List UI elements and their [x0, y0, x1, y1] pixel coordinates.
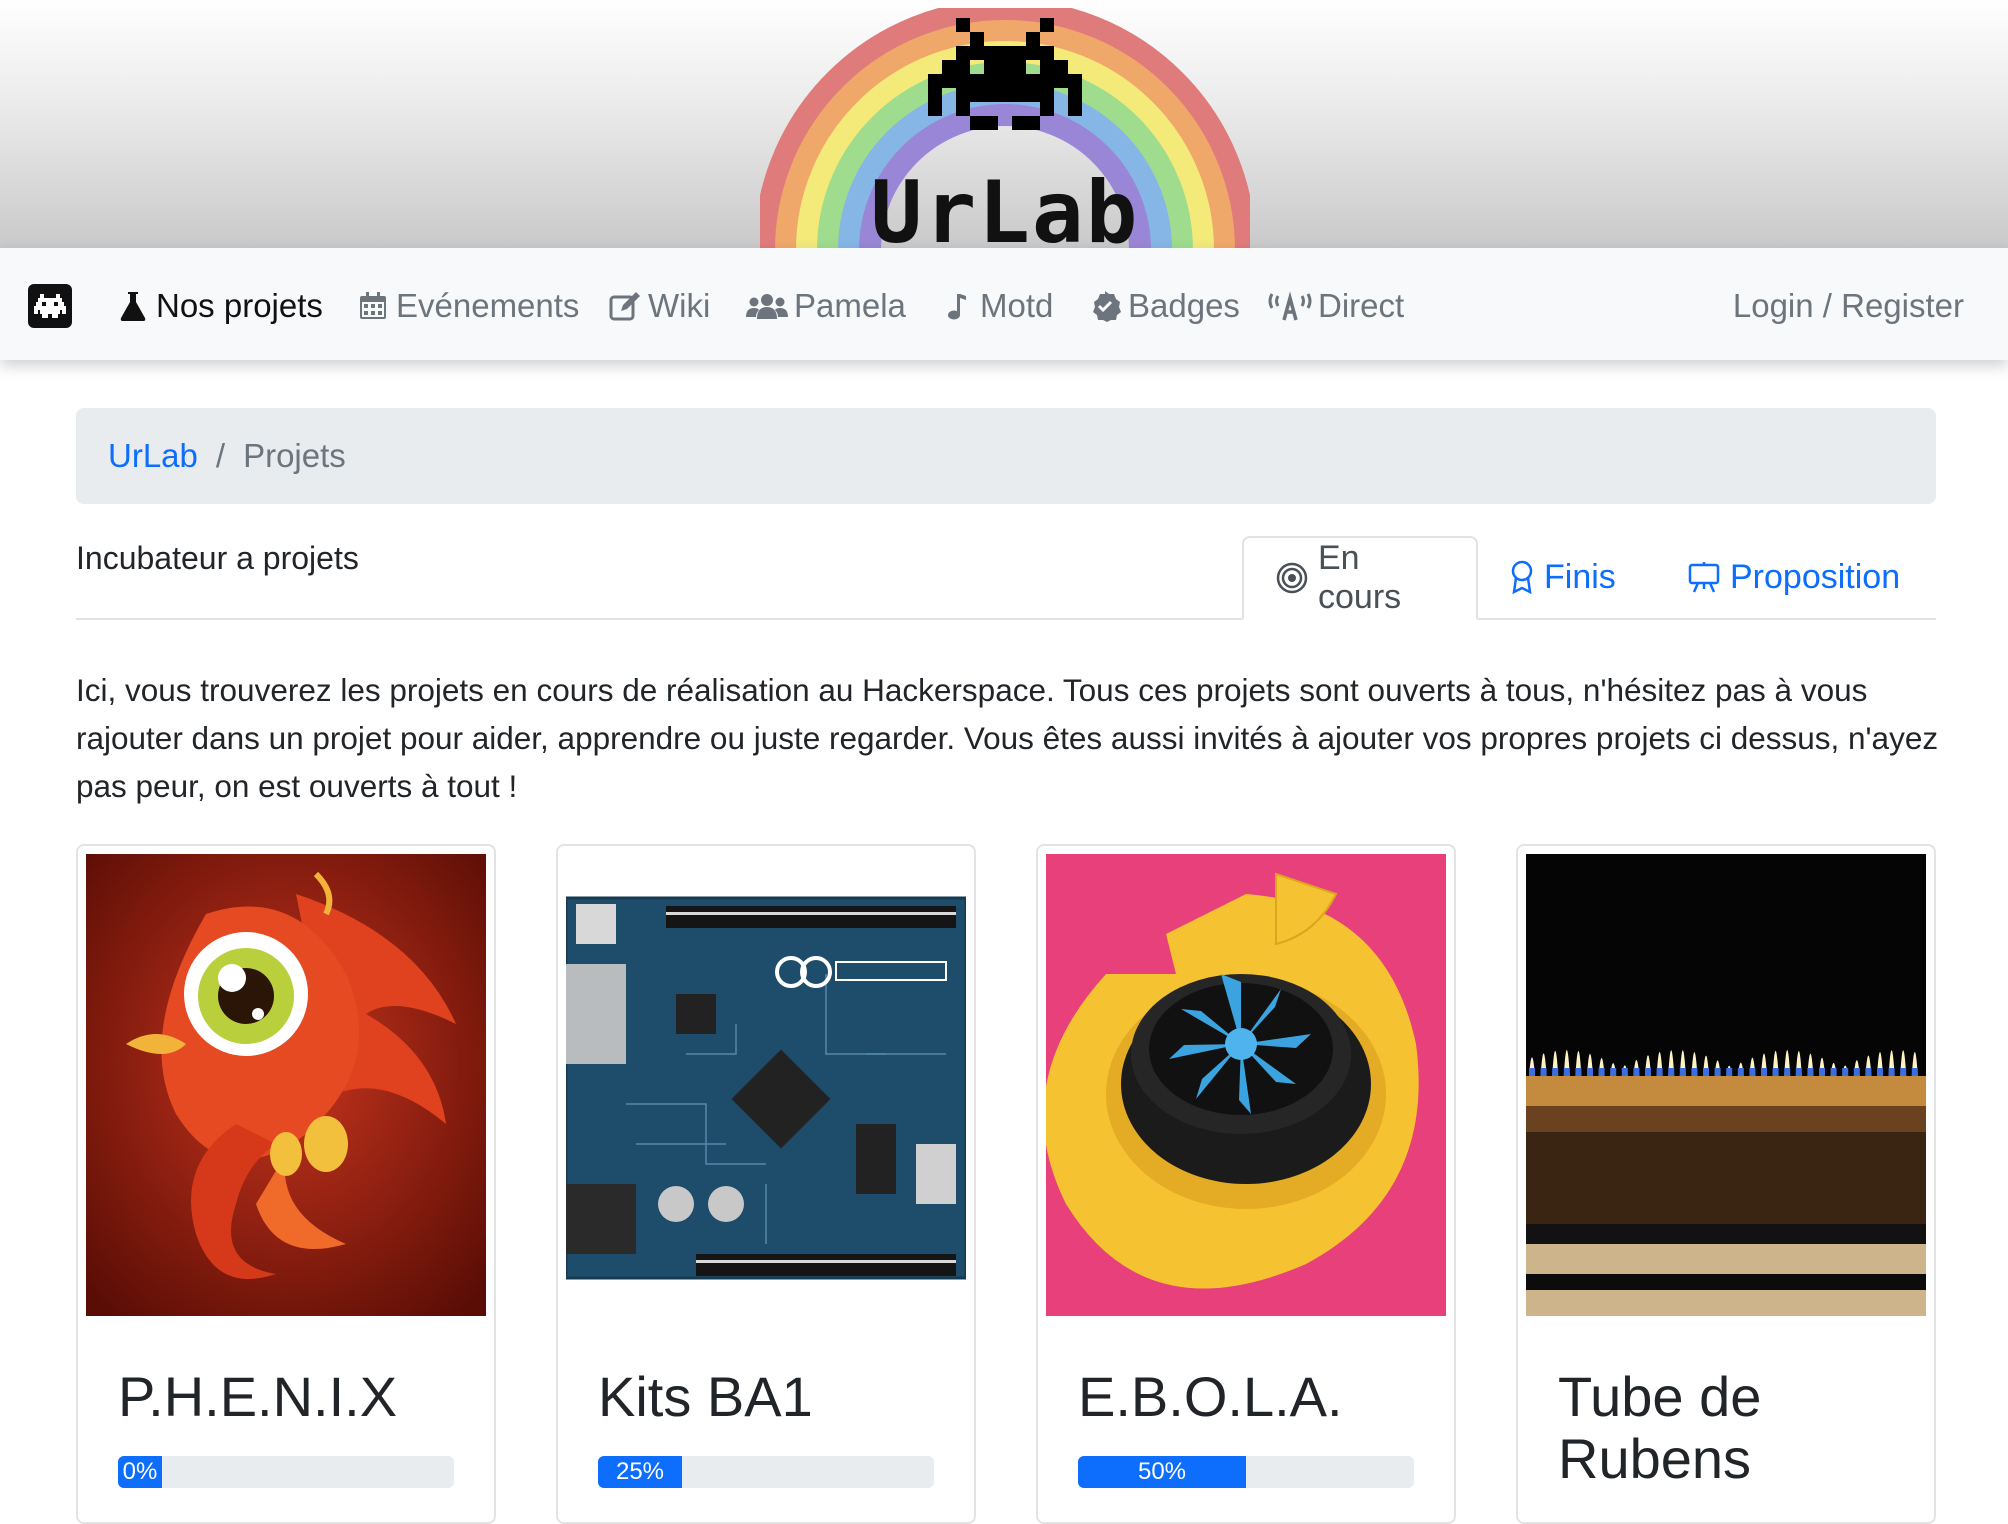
- nav-item-motd[interactable]: Motd: [940, 284, 1053, 328]
- nav-label: Motd: [980, 287, 1054, 324]
- nav-label: Badges: [1128, 287, 1240, 324]
- tabs-divider: [76, 618, 1936, 620]
- tab-label: En cours: [1318, 539, 1402, 616]
- nav-label: Evénements: [396, 287, 580, 324]
- project-title[interactable]: E.B.O.L.A.: [1078, 1366, 1428, 1428]
- nav-label: Nos projets: [156, 287, 323, 324]
- project-card-ebola[interactable]: E.B.O.L.A. 50%: [1036, 844, 1456, 1524]
- nav-label: Wiki: [648, 287, 711, 324]
- nav-item-badges[interactable]: Badges: [1088, 284, 1240, 328]
- tab-en-cours[interactable]: En cours: [1242, 536, 1478, 620]
- target-icon: [1276, 562, 1308, 594]
- nav-item-evenements[interactable]: Evénements: [356, 284, 579, 328]
- broadcast-icon: [1268, 290, 1312, 322]
- logo-text: UrLab: [870, 163, 1140, 250]
- easel-icon: [1688, 561, 1720, 593]
- nav-item-direct[interactable]: Direct: [1268, 284, 1404, 328]
- nav-item-pamela[interactable]: Pamela: [746, 284, 906, 328]
- nav-item-wiki[interactable]: Wiki: [608, 284, 710, 328]
- urlab-logo[interactable]: UrLab: [760, 8, 1250, 250]
- nav-label: Direct: [1318, 287, 1405, 324]
- breadcrumb-home-link[interactable]: UrLab: [108, 437, 198, 475]
- award-icon: [1510, 560, 1534, 594]
- section-title: Incubateur a projets: [76, 540, 359, 576]
- project-title[interactable]: Tube de Rubens: [1558, 1366, 1908, 1490]
- rubens-tube-photo-image[interactable]: [1526, 854, 1926, 1316]
- tab-proposition[interactable]: Proposition: [1656, 536, 1932, 618]
- brand-invader-icon[interactable]: [28, 284, 72, 328]
- arduino-board-image[interactable]: [566, 854, 966, 1316]
- flask-icon: [116, 290, 150, 322]
- tab-label: Proposition: [1730, 557, 1901, 596]
- breadcrumb: UrLab / Projets: [76, 408, 1936, 504]
- login-register-link[interactable]: Login / Register: [1733, 284, 1964, 328]
- project-progress: 50%: [1078, 1456, 1414, 1488]
- turbine-photo-image[interactable]: [1046, 854, 1446, 1316]
- tab-finis[interactable]: Finis: [1478, 536, 1648, 618]
- intro-paragraph: Ici, vous trouverez les projets en cours…: [76, 672, 1939, 804]
- edit-icon: [608, 291, 642, 321]
- calendar-icon: [356, 291, 390, 321]
- project-progress: 0%: [118, 1456, 454, 1488]
- nav-item-projets[interactable]: Nos projets: [116, 284, 323, 328]
- project-progress-bar: 50%: [1078, 1456, 1246, 1488]
- project-title[interactable]: Kits BA1: [598, 1366, 948, 1428]
- users-icon: [746, 291, 788, 321]
- music-note-icon: [940, 290, 974, 322]
- project-progress-bar: 0%: [118, 1456, 162, 1488]
- project-progress-bar: 25%: [598, 1456, 682, 1488]
- badge-check-icon: [1088, 290, 1122, 322]
- project-card-tube-de-rubens[interactable]: Tube de Rubens: [1516, 844, 1936, 1524]
- breadcrumb-separator: /: [215, 437, 226, 474]
- project-progress: 25%: [598, 1456, 934, 1488]
- phoenix-illustration-image[interactable]: [86, 854, 486, 1316]
- nav-label: Pamela: [794, 287, 906, 324]
- project-title[interactable]: P.H.E.N.I.X: [118, 1366, 468, 1428]
- project-card-phenix[interactable]: P.H.E.N.I.X 0%: [76, 844, 496, 1524]
- tab-label: Finis: [1544, 557, 1616, 596]
- header-banner: UrLab: [0, 0, 2008, 250]
- project-card-kits-ba1[interactable]: Kits BA1 25%: [556, 844, 976, 1524]
- breadcrumb-current: Projets: [243, 437, 346, 474]
